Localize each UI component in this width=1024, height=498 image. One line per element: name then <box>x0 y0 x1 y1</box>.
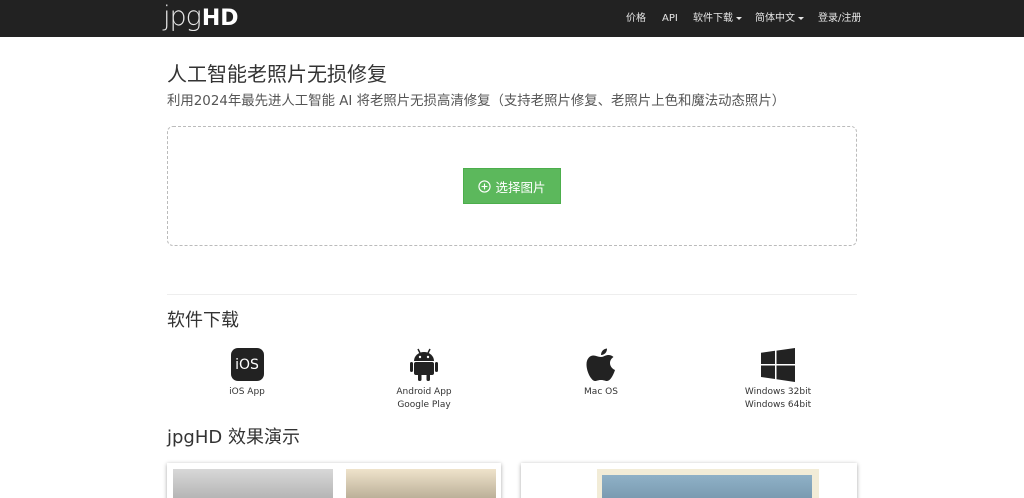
demo-photo-before <box>173 469 333 498</box>
windows-label-64: Windows 64bit <box>744 400 812 410</box>
demo-photo-frame <box>597 469 819 498</box>
windows-icon <box>761 348 795 382</box>
select-image-label: 选择图片 <box>495 179 546 195</box>
mac-download-link[interactable]: Mac OS <box>521 348 681 399</box>
demo-title: jpgHD 效果演示 <box>167 427 300 448</box>
ios-download-link[interactable]: iOS iOS App <box>167 348 327 399</box>
circle-plus-icon <box>478 179 492 193</box>
nav-download-dropdown[interactable]: 软件下载 <box>693 12 742 25</box>
caret-down-icon <box>736 16 742 20</box>
demo-card-before-after[interactable] <box>167 463 501 498</box>
downloads-title: 软件下载 <box>167 310 239 331</box>
top-navbar: jpg HD 价格 API 软件下载 简体中文 登录/注册 <box>0 0 1024 37</box>
windows-label-32: Windows 32bit <box>744 387 812 397</box>
ios-label: iOS App <box>229 387 265 397</box>
demo-card-color[interactable] <box>521 463 857 498</box>
nav-language-label: 简体中文 <box>755 13 795 24</box>
nav-api-link[interactable]: API <box>662 12 678 25</box>
nav-download-label: 软件下载 <box>693 13 733 24</box>
mac-label: Mac OS <box>584 387 618 397</box>
ios-icon: iOS <box>230 348 264 381</box>
demo-photo-colorized <box>602 475 812 498</box>
select-image-button[interactable]: 选择图片 <box>463 168 561 204</box>
logo-text-bold: HD <box>201 6 239 31</box>
section-divider <box>167 294 857 295</box>
nav-login-link[interactable]: 登录/注册 <box>818 12 861 25</box>
nav-price-link[interactable]: 价格 <box>626 12 646 25</box>
demo-photo-after <box>346 469 496 498</box>
windows-download-link[interactable]: Windows 32bit Windows 64bit <box>698 348 858 412</box>
android-icon <box>410 348 438 381</box>
logo-text-light: jpg <box>163 1 202 32</box>
page-subtitle: 利用2024年最先进人工智能 AI 将老照片无损高清修复（支持老照片修复、老照片… <box>167 94 786 109</box>
android-label-app: Android App <box>396 387 452 397</box>
brand-logo[interactable]: jpg HD <box>163 2 239 34</box>
nav-language-dropdown[interactable]: 简体中文 <box>755 12 804 25</box>
android-label-play: Google Play <box>397 400 451 410</box>
android-download-link[interactable]: Android App Google Play <box>344 348 504 412</box>
caret-down-icon <box>798 16 804 20</box>
page-title: 人工智能老照片无损修复 <box>167 62 387 86</box>
apple-icon <box>586 348 615 381</box>
